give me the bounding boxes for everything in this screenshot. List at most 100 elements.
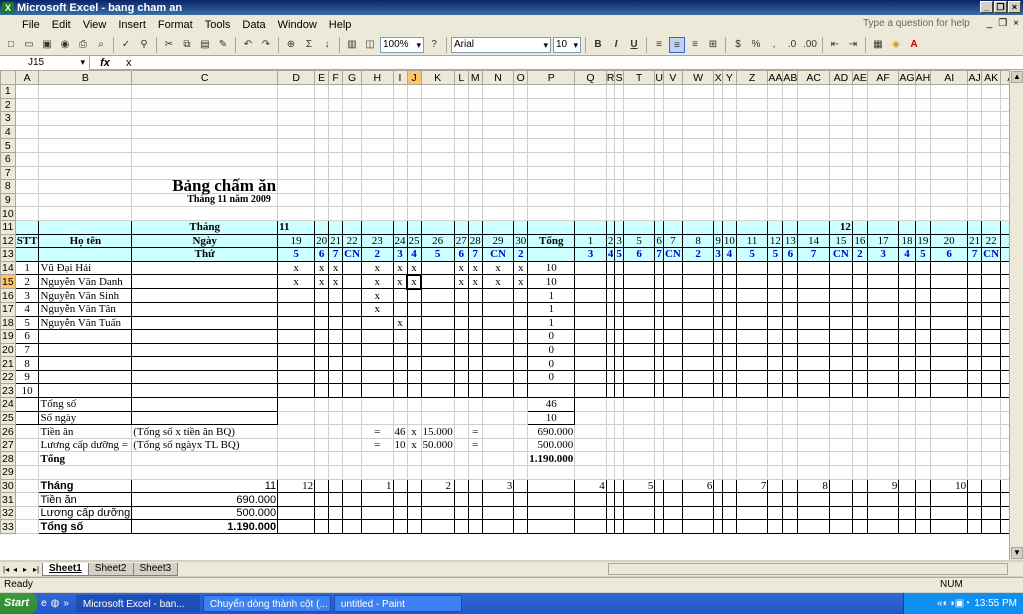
cell[interactable]: 2 (605, 233, 616, 249)
cell[interactable] (277, 192, 316, 208)
cell[interactable] (782, 138, 799, 153)
cell[interactable] (277, 451, 316, 467)
cell[interactable] (654, 206, 664, 221)
row-header[interactable]: 7 (0, 165, 16, 181)
currency-icon[interactable]: $ (730, 37, 746, 53)
cell[interactable] (342, 342, 363, 358)
cell[interactable] (828, 179, 853, 194)
cell[interactable] (1000, 84, 1009, 99)
cell[interactable] (721, 505, 737, 521)
cell[interactable] (481, 492, 515, 507)
cell[interactable] (342, 383, 363, 399)
cell[interactable] (342, 124, 363, 140)
cell[interactable] (981, 97, 1002, 113)
cell[interactable] (866, 424, 900, 439)
cell[interactable] (797, 111, 830, 126)
redo-icon[interactable]: ↷ (258, 37, 274, 53)
cell[interactable] (614, 260, 624, 276)
column-header[interactable]: T (622, 70, 656, 85)
cell[interactable] (898, 315, 916, 331)
cell[interactable] (342, 165, 363, 181)
cell[interactable] (481, 342, 515, 358)
cell[interactable] (898, 478, 916, 494)
cell[interactable] (14, 424, 40, 439)
cell[interactable] (721, 97, 737, 113)
cell[interactable] (767, 219, 784, 235)
cell[interactable] (662, 151, 683, 167)
cell[interactable] (782, 301, 799, 317)
cell[interactable] (767, 315, 784, 331)
cell[interactable] (797, 519, 830, 534)
cell[interactable] (392, 492, 408, 507)
cell[interactable] (467, 151, 483, 167)
cell[interactable] (406, 97, 422, 113)
cell[interactable] (981, 288, 1002, 303)
cell[interactable] (131, 356, 279, 371)
column-header[interactable]: W (681, 70, 715, 85)
row-header[interactable]: 22 (0, 369, 16, 385)
row-header[interactable]: 4 (0, 124, 16, 140)
start-button[interactable]: Start (0, 593, 38, 614)
cell[interactable] (713, 301, 723, 317)
cell[interactable] (914, 111, 932, 126)
cell[interactable]: CN (662, 247, 683, 262)
cell[interactable] (866, 451, 900, 467)
cell[interactable]: 10 (721, 233, 737, 249)
cell[interactable] (851, 492, 868, 507)
cell[interactable] (605, 383, 616, 399)
cell[interactable] (797, 206, 830, 221)
menu-view[interactable]: View (77, 19, 113, 31)
column-header[interactable]: F (328, 70, 344, 85)
cell[interactable]: Tháng (131, 219, 279, 235)
cell[interactable] (851, 260, 868, 276)
cell[interactable] (967, 97, 983, 113)
worksheet-grid[interactable]: A B C D E F G H I J K L M N O P Q R S T U V W X Y Z AA AB AC AD AE AF AG… (0, 70, 1009, 560)
cell[interactable] (828, 410, 853, 426)
cell[interactable] (1000, 219, 1009, 235)
cell[interactable] (467, 465, 483, 480)
cell[interactable] (453, 505, 469, 521)
cell[interactable] (328, 492, 344, 507)
cell[interactable]: 5 (735, 247, 769, 262)
cell[interactable] (967, 315, 983, 331)
cell[interactable] (605, 505, 616, 521)
cell[interactable] (574, 369, 607, 385)
cell[interactable] (967, 165, 983, 181)
cell[interactable] (420, 397, 455, 412)
cell[interactable] (574, 301, 607, 317)
cell[interactable]: 4 (406, 247, 422, 262)
column-header[interactable]: X (713, 70, 723, 85)
cell[interactable] (767, 260, 784, 276)
cell[interactable] (622, 219, 656, 235)
cell[interactable] (735, 151, 769, 167)
cell[interactable] (654, 342, 664, 358)
cell[interactable] (513, 424, 529, 439)
cell[interactable] (713, 356, 723, 371)
cell[interactable] (797, 437, 830, 453)
cell[interactable] (851, 356, 868, 371)
row-header[interactable]: 8 (0, 179, 16, 194)
cell[interactable] (481, 505, 515, 521)
cell[interactable] (614, 138, 624, 153)
cell[interactable] (342, 369, 363, 385)
cell[interactable] (614, 219, 624, 235)
cell[interactable] (328, 410, 344, 426)
cell[interactable] (481, 519, 515, 534)
cell[interactable] (713, 505, 723, 521)
doc-restore-icon[interactable]: ❐ (998, 18, 1007, 29)
cell[interactable] (361, 492, 394, 507)
cell[interactable]: 12 (828, 219, 853, 235)
cell[interactable] (1000, 465, 1009, 480)
cell[interactable]: 7 (467, 247, 483, 262)
cell[interactable] (314, 288, 330, 303)
cell[interactable]: x (406, 273, 423, 290)
fx-icon[interactable]: fx (90, 57, 120, 69)
cell[interactable] (14, 410, 40, 426)
cell[interactable] (38, 97, 133, 113)
cell[interactable]: 1 (527, 288, 576, 303)
cell[interactable] (797, 151, 830, 167)
row-header[interactable]: 9 (0, 192, 16, 208)
cell[interactable] (614, 274, 624, 290)
cell[interactable] (930, 369, 969, 385)
cell[interactable] (721, 138, 737, 153)
